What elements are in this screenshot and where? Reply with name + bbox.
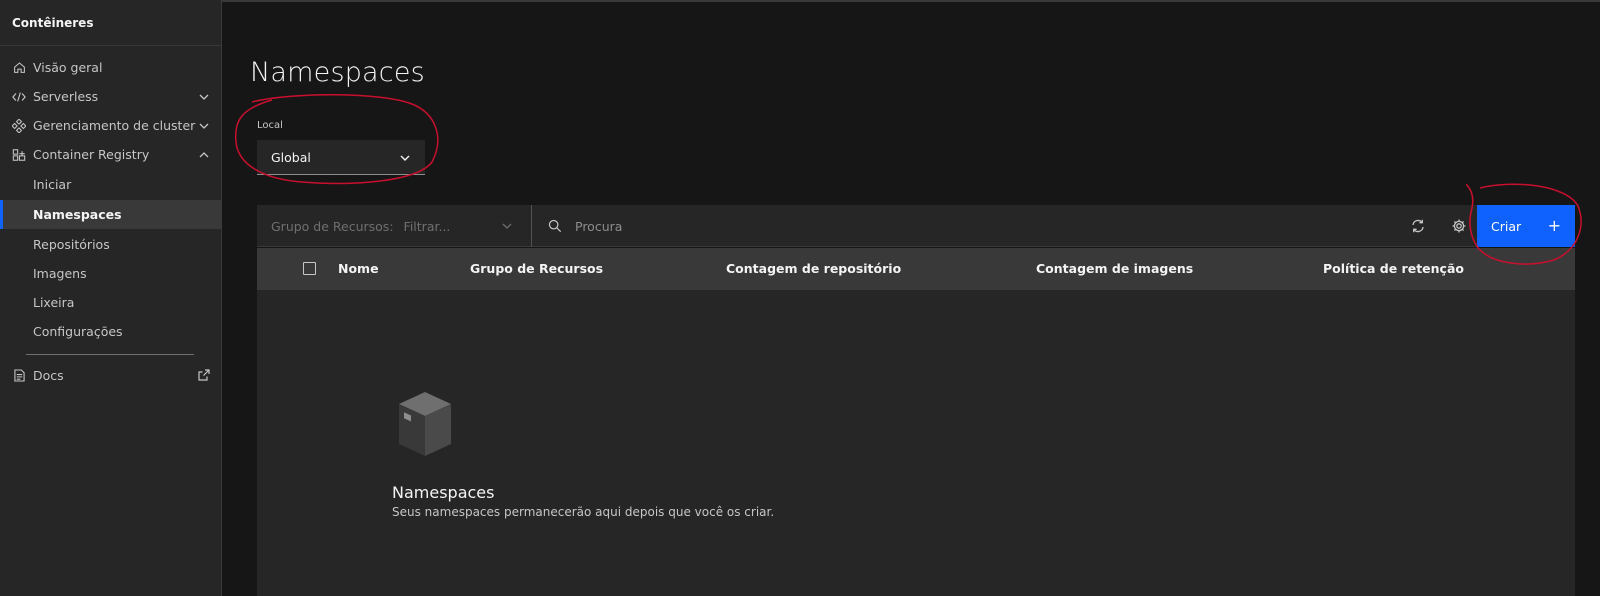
sidebar-item-start[interactable]: Iniciar: [0, 170, 222, 199]
launch-icon: [198, 369, 210, 381]
code-icon: [12, 90, 26, 104]
empty-state-description: Seus namespaces permanecerão aqui depois…: [392, 505, 775, 519]
sidebar-item-label: Imagens: [33, 266, 87, 281]
resource-group-placeholder: Filtrar...: [403, 218, 451, 234]
sidebar-divider: [0, 45, 222, 46]
page-title: Namespaces: [250, 57, 425, 88]
sidebar-divider: [26, 354, 194, 355]
sidebar-item-label: Lixeira: [33, 295, 75, 310]
sidebar-item-label: Serverless: [33, 89, 99, 104]
sidebar-item-label: Repositórios: [33, 237, 110, 252]
top-border: [222, 0, 1600, 2]
create-button[interactable]: Criar +: [1477, 205, 1575, 247]
chevron-down-icon: [502, 223, 512, 229]
location-value: Global: [271, 149, 311, 165]
chevron-down-icon: [400, 155, 410, 161]
sidebar: Contêineres Visão geral Serverless Geren…: [0, 0, 222, 596]
sidebar-item-namespaces[interactable]: Namespaces: [0, 200, 222, 229]
search-input[interactable]: [575, 213, 1335, 239]
registry-icon: [12, 148, 26, 162]
sidebar-item-label: Visão geral: [33, 60, 103, 75]
chevron-down-icon: [199, 94, 209, 100]
table-body: Namespaces Seus namespaces permanecerão …: [257, 290, 1575, 596]
sidebar-item-cluster-management[interactable]: Gerenciamento de cluster: [0, 111, 222, 140]
sidebar-item-serverless[interactable]: Serverless: [0, 82, 222, 111]
sidebar-item-label: Docs: [33, 368, 64, 383]
sidebar-item-docs[interactable]: Docs: [0, 361, 222, 390]
column-header-resource-group[interactable]: Grupo de Recursos: [470, 261, 603, 276]
document-icon: [12, 369, 26, 383]
table-toolbar: Grupo de Recursos: Filtrar... Criar +: [257, 205, 1575, 247]
column-header-image-count[interactable]: Contagem de imagens: [1036, 261, 1193, 276]
search-icon: [548, 219, 562, 233]
sidebar-item-container-registry[interactable]: Container Registry: [0, 140, 222, 169]
sidebar-item-images[interactable]: Imagens: [0, 259, 222, 288]
empty-box-icon: [399, 392, 451, 456]
create-button-label: Criar: [1491, 218, 1522, 234]
sidebar-item-repositories[interactable]: Repositórios: [0, 230, 222, 259]
chevron-up-icon: [199, 152, 209, 158]
cluster-icon: [12, 118, 26, 133]
select-all-checkbox[interactable]: [303, 262, 316, 275]
location-dropdown[interactable]: Global: [257, 140, 425, 175]
sidebar-item-label: Gerenciamento de cluster: [33, 118, 196, 133]
sidebar-item-settings[interactable]: Configurações: [0, 317, 222, 346]
plus-icon: +: [1547, 216, 1561, 235]
column-header-repository-count[interactable]: Contagem de repositório: [726, 261, 901, 276]
sidebar-item-label: Iniciar: [33, 177, 72, 192]
sidebar-item-label: Configurações: [33, 324, 123, 339]
empty-state-title: Namespaces: [392, 483, 495, 502]
settings-gear-icon[interactable]: [1451, 218, 1467, 234]
home-icon: [12, 61, 26, 75]
column-header-retention-policy[interactable]: Política de retenção: [1323, 261, 1464, 276]
column-header-name[interactable]: Nome: [338, 261, 379, 276]
refresh-icon[interactable]: [1410, 218, 1426, 234]
chevron-down-icon: [199, 123, 209, 129]
resource-group-filter[interactable]: Grupo de Recursos: Filtrar...: [257, 205, 532, 247]
sidebar-title: Contêineres: [12, 16, 94, 30]
resource-group-label: Grupo de Recursos:: [271, 218, 394, 234]
sidebar-item-label: Namespaces: [33, 207, 122, 222]
location-label: Local: [257, 120, 283, 131]
sidebar-item-label: Container Registry: [33, 147, 150, 162]
sidebar-item-trash[interactable]: Lixeira: [0, 288, 222, 317]
table-header: Nome Grupo de Recursos Contagem de repos…: [257, 248, 1575, 290]
sidebar-item-overview[interactable]: Visão geral: [0, 53, 222, 82]
